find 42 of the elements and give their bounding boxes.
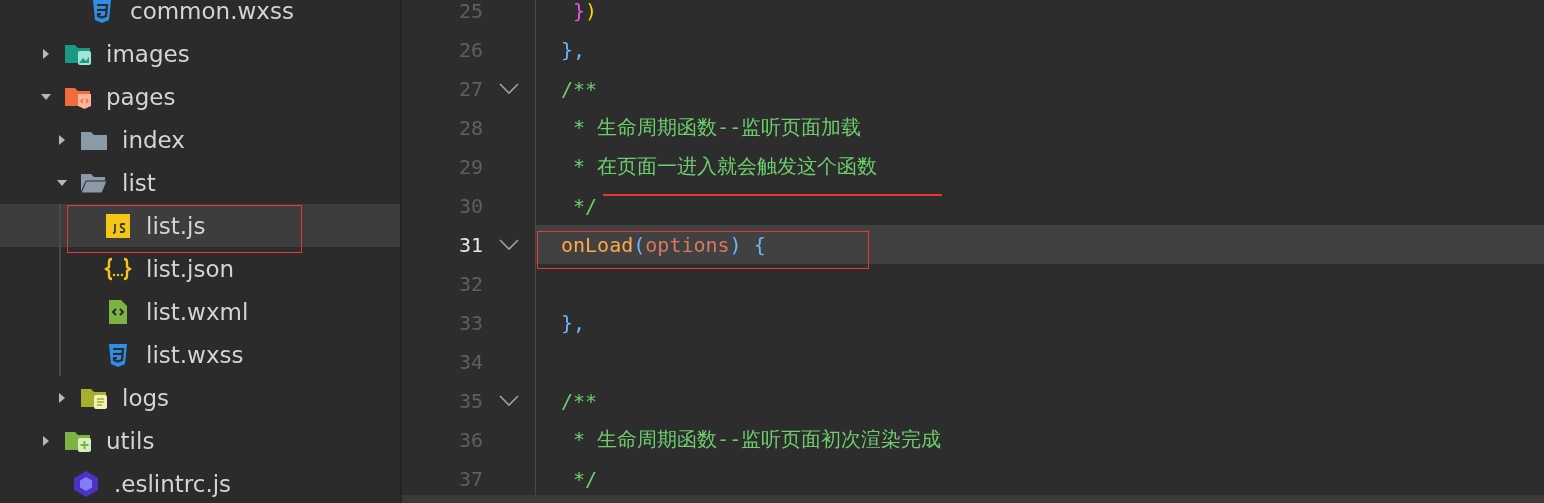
file-name: common.wxss bbox=[130, 0, 294, 24]
file-name: .eslintrc.js bbox=[114, 470, 232, 497]
tree-item[interactable]: images bbox=[0, 32, 400, 75]
code-text: * 生命周期函数--监听页面加载 bbox=[572, 114, 862, 141]
hexagon-icon bbox=[72, 469, 100, 498]
chevron-down-icon[interactable] bbox=[499, 394, 519, 407]
file-name: pages bbox=[106, 83, 176, 110]
code-text: }) bbox=[572, 0, 598, 23]
file-name: list.wxss bbox=[146, 341, 244, 368]
code-text: * 在页面一进入就会触发这个函数 bbox=[572, 153, 878, 180]
js-file-icon bbox=[104, 211, 132, 240]
tree-item[interactable]: list.wxss bbox=[0, 333, 400, 376]
file-name: logs bbox=[122, 384, 170, 411]
chevron-down-icon[interactable] bbox=[499, 238, 519, 251]
file-name: index bbox=[122, 126, 185, 153]
file-name: images bbox=[106, 40, 190, 67]
tree-item[interactable]: utils bbox=[0, 419, 400, 462]
file-name: list.js bbox=[146, 212, 206, 239]
file-name: utils bbox=[106, 427, 155, 454]
file-name: list.wxml bbox=[146, 298, 249, 325]
code-text: }, bbox=[561, 37, 586, 62]
code-text: }, bbox=[561, 310, 586, 335]
tree-item[interactable]: list.json bbox=[0, 247, 400, 290]
code-text: onLoad(options) { bbox=[561, 232, 766, 257]
code-text: */ bbox=[572, 193, 598, 218]
scroll-bar[interactable] bbox=[402, 495, 1544, 503]
file-name: list bbox=[122, 169, 156, 196]
tree-item[interactable]: list.wxml bbox=[0, 290, 400, 333]
code-text: /** bbox=[561, 76, 598, 101]
file-name: list.json bbox=[146, 255, 235, 282]
tree-item[interactable]: logs bbox=[0, 376, 400, 419]
chevron-down-icon[interactable] bbox=[499, 82, 519, 95]
tree-item[interactable]: .eslintrc.js bbox=[0, 462, 400, 503]
tree-item[interactable]: pages bbox=[0, 75, 400, 118]
code-text: */ bbox=[572, 466, 598, 491]
tree-item[interactable]: list.js bbox=[0, 204, 400, 247]
code-text: * 生命周期函数--监听页面初次渲染完成 bbox=[572, 426, 942, 453]
code-text: /** bbox=[561, 388, 598, 413]
tree-item[interactable]: list bbox=[0, 161, 400, 204]
tree-item[interactable]: index bbox=[0, 118, 400, 161]
line-number: 31 bbox=[457, 232, 483, 257]
tree-item[interactable]: common.wxss bbox=[0, 0, 400, 32]
